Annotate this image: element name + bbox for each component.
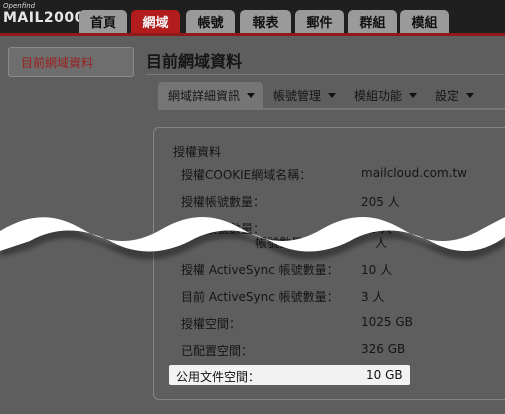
subtab-account-management[interactable]: 帳號管理 bbox=[263, 82, 344, 108]
subtab-settings[interactable]: 設定 bbox=[425, 82, 482, 108]
subtab-account-management-label: 帳號管理 bbox=[273, 88, 322, 103]
app-logo[interactable]: Openfind MAIL2000 bbox=[3, 2, 85, 26]
chevron-down-icon bbox=[409, 92, 418, 98]
row-label: 授權COOKIE網域名稱： bbox=[181, 168, 312, 182]
row-value: 1025 GB bbox=[361, 315, 413, 329]
row-value: 10 人 bbox=[361, 263, 393, 277]
torn-edge-graphic bbox=[0, 217, 505, 260]
tab-module[interactable]: 模組 bbox=[400, 10, 449, 33]
tab-underline bbox=[0, 33, 505, 36]
section-title: 授權資料 bbox=[173, 145, 222, 159]
logo-small-text: Openfind bbox=[3, 2, 36, 10]
row-label: 授權空間： bbox=[181, 317, 242, 331]
sub-tab-bar: 網域詳細資訊 帳號管理 模組功能 設定 bbox=[158, 82, 482, 108]
chevron-down-icon bbox=[466, 92, 475, 98]
sidebar-item-current-domain[interactable]: 目前網域資料 bbox=[8, 47, 134, 77]
tab-account[interactable]: 帳號 bbox=[186, 10, 235, 33]
row-value: 326 GB bbox=[361, 342, 406, 356]
tab-domain[interactable]: 網域 bbox=[131, 10, 180, 33]
chevron-down-icon bbox=[328, 92, 337, 98]
highlighted-row-value: 10 GB bbox=[366, 368, 403, 382]
row-label: 已配置空間： bbox=[181, 344, 254, 358]
logo-big-text: MAIL2000 bbox=[3, 10, 85, 26]
tab-group[interactable]: 群組 bbox=[348, 10, 397, 33]
subtab-settings-label: 設定 bbox=[435, 88, 460, 103]
row-label: 目前 ActiveSync 帳號數量： bbox=[181, 290, 339, 304]
title-divider bbox=[146, 74, 505, 75]
row-value: mailcloud.com.tw bbox=[361, 166, 467, 180]
row-label: 授權 ActiveSync 帳號數量： bbox=[181, 263, 339, 277]
chevron-down-icon bbox=[247, 92, 256, 98]
top-bar: Openfind MAIL2000 首頁 網域 帳號 報表 郵件 群組 模組 bbox=[0, 0, 505, 33]
subtab-domain-details[interactable]: 網域詳細資訊 bbox=[158, 82, 264, 108]
tab-home[interactable]: 首頁 bbox=[79, 10, 127, 33]
page-title: 目前網域資料 bbox=[146, 52, 243, 71]
subtab-module-functions-label: 模組功能 bbox=[354, 88, 403, 103]
subtab-underline bbox=[158, 108, 505, 110]
highlighted-row-label: 公用文件空間： bbox=[176, 370, 261, 384]
tab-report[interactable]: 報表 bbox=[240, 10, 291, 33]
row-value: 3 人 bbox=[361, 290, 385, 304]
subtab-module-functions[interactable]: 模組功能 bbox=[344, 82, 425, 108]
subtab-domain-details-label: 網域詳細資訊 bbox=[168, 88, 241, 103]
tab-mail[interactable]: 郵件 bbox=[295, 10, 344, 33]
